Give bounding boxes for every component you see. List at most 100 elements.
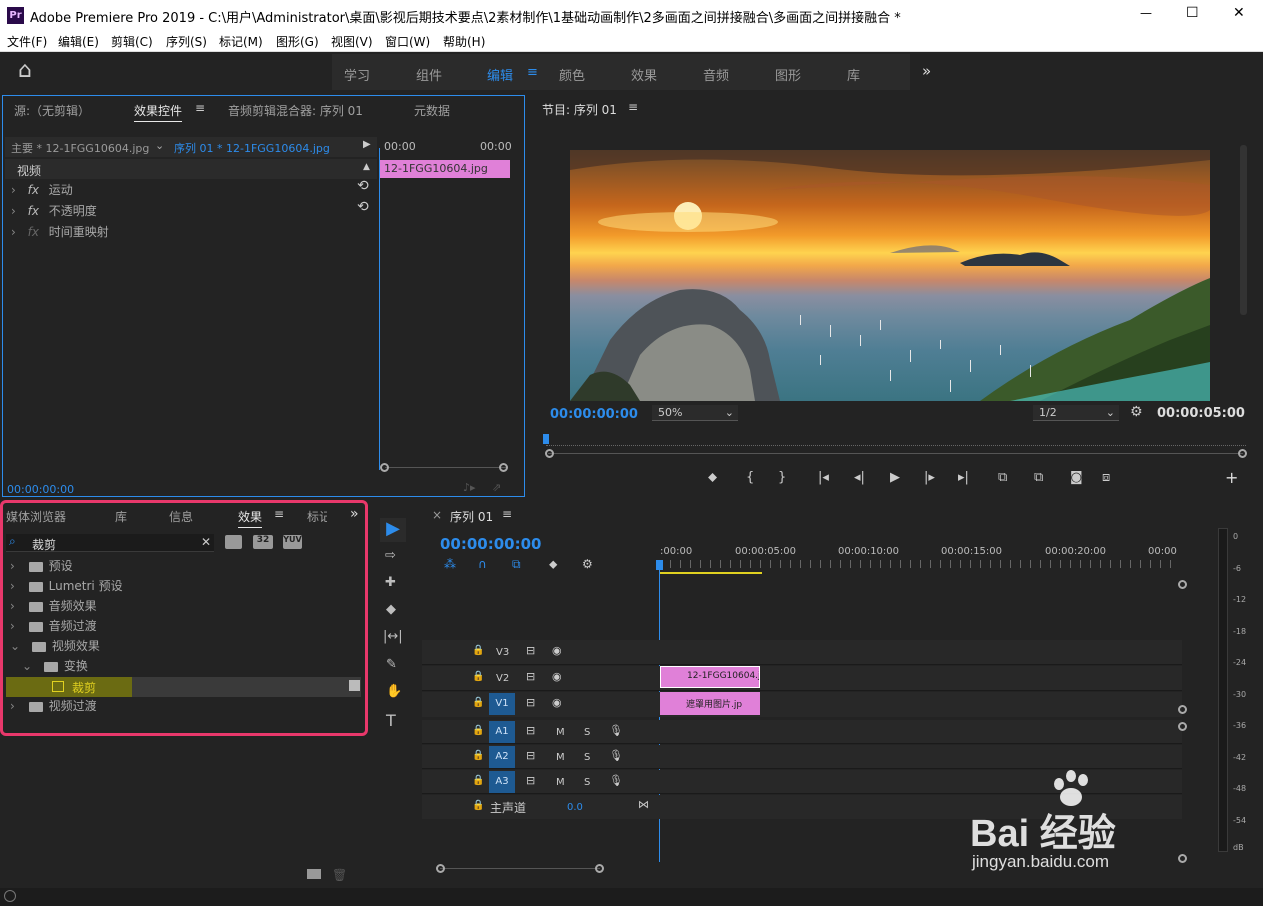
menu-clip[interactable]: 剪辑(C) [111, 33, 153, 50]
ec-dropdown-icon[interactable]: ⌄ [155, 139, 164, 152]
ec-row-opacity[interactable]: › fx 不透明度 ⟲ [11, 199, 377, 222]
clip-v2[interactable]: 12-1FGG10604.j [660, 666, 760, 688]
track-label[interactable]: V3 [496, 647, 509, 658]
lock-icon[interactable]: 🔒 [472, 725, 484, 736]
ec-collapse-icon[interactable]: ▲ [363, 162, 370, 172]
mic-icon[interactable]: 🎙 [609, 774, 623, 787]
track-label[interactable]: V2 [496, 673, 509, 684]
mute-button[interactable]: M [556, 727, 565, 738]
add-marker-icon[interactable]: ⬥ [549, 557, 557, 572]
wrench-icon[interactable]: ⚙ [1130, 404, 1143, 420]
lock-icon[interactable]: 🔒 [472, 671, 484, 682]
ws-tab-editing[interactable]: 编辑 [487, 65, 513, 84]
tab-info[interactable]: 信息 [169, 508, 193, 525]
expand-arrow-icon[interactable]: › [11, 225, 16, 239]
ec-row-motion[interactable]: › fx 运动 ⟲ [11, 178, 377, 201]
v-scroll-handle[interactable] [1178, 722, 1187, 731]
mark-in-icon[interactable]: { [746, 470, 754, 485]
track-a1[interactable]: 🔒 A1 ⊟ M S 🎙 [422, 720, 1182, 744]
expand-arrow-icon[interactable]: › [10, 579, 15, 593]
tab-effect-controls[interactable]: 效果控件 [134, 102, 183, 122]
ec-clip-bar[interactable]: 12-1FGG10604.jpg [380, 160, 510, 178]
tab-metadata[interactable]: 元数据 [414, 102, 450, 119]
mic-icon[interactable]: 🎙 [609, 749, 623, 762]
selection-tool-icon[interactable]: ▶ [380, 518, 406, 542]
timeline-h-scrollbar[interactable] [440, 868, 600, 869]
tab-media-browser[interactable]: 媒体浏览器 [6, 508, 66, 525]
solo-button[interactable]: S [584, 727, 590, 738]
expand-arrow-icon[interactable]: › [11, 204, 16, 218]
work-area-bar[interactable] [660, 572, 762, 574]
accelerated-effects-icon[interactable] [225, 535, 242, 549]
hand-icon[interactable]: ✋ [386, 684, 402, 699]
resolution-select[interactable]: 1/2 ⌄ [1033, 405, 1119, 421]
tree-item-video-transitions[interactable]: › 视频过渡 [6, 697, 361, 717]
track-v1[interactable]: 🔒 V1 ⊟ ◉ 遮罩用图片.jp [422, 692, 1182, 717]
ws-tab-graphics[interactable]: 图形 [775, 65, 801, 84]
add-marker-icon[interactable]: ⬥ [708, 470, 717, 485]
32bit-effects-icon[interactable]: 32 [253, 535, 273, 549]
expand-arrow-icon[interactable]: ⌄ [22, 659, 32, 673]
scroll-handle-right[interactable] [1238, 449, 1247, 458]
tree-item-audio-effects[interactable]: › 音频效果 [6, 597, 361, 617]
track-target-a2[interactable]: A2 [489, 746, 515, 768]
ec-scroll-handle-left[interactable] [380, 463, 389, 472]
expand-arrow-icon[interactable]: › [10, 619, 15, 633]
delete-icon[interactable]: 🗑 [332, 868, 347, 882]
extract-icon[interactable]: ⧉ [1034, 470, 1043, 485]
solo-button[interactable]: S [584, 752, 590, 763]
sync-lock-icon[interactable]: ⊟ [526, 696, 535, 709]
panel-more-icon[interactable]: » [350, 506, 359, 522]
step-forward-icon[interactable]: |▸ [924, 470, 935, 485]
menu-sequence[interactable]: 序列(S) [166, 33, 207, 50]
v-scroll-handle[interactable] [1178, 705, 1187, 714]
tab-markers[interactable]: 标记 [307, 508, 327, 525]
ec-scroll-handle-right[interactable] [499, 463, 508, 472]
scroll-handle-right[interactable] [595, 864, 604, 873]
zoom-select[interactable]: 50% ⌄ [652, 405, 738, 421]
lock-icon[interactable]: 🔒 [472, 750, 484, 761]
ws-tab-audio[interactable]: 音频 [703, 65, 729, 84]
ws-more-button[interactable]: » [922, 62, 931, 80]
mute-button[interactable]: M [556, 752, 565, 763]
mark-out-icon[interactable]: } [778, 470, 786, 485]
sync-lock-icon[interactable]: ⊟ [526, 670, 535, 683]
minimize-button[interactable]: — [1140, 6, 1152, 20]
ws-tab-assembly[interactable]: 组件 [416, 65, 442, 84]
bowtie-icon[interactable]: ⋈ [638, 798, 649, 811]
add-button[interactable]: + [1225, 468, 1238, 487]
ec-play-icon[interactable]: ▶ [363, 139, 371, 150]
track-a2[interactable]: 🔒 A2 ⊟ M S 🎙 [422, 745, 1182, 769]
ec-zoom-scrollbar[interactable] [385, 467, 507, 473]
effects-menu-icon[interactable]: ≡ [274, 507, 284, 521]
program-vscroll[interactable] [1240, 145, 1247, 315]
timeline-menu-icon[interactable]: ≡ [502, 507, 512, 521]
go-to-in-icon[interactable]: |◂ [818, 470, 829, 485]
lock-icon[interactable]: 🔒 [472, 775, 484, 786]
eye-icon[interactable]: ◉ [552, 670, 562, 683]
nest-icon[interactable]: ⁂ [444, 557, 456, 571]
tree-item-transform[interactable]: ⌄ 变换 [6, 657, 361, 677]
clip-v1[interactable]: 遮罩用图片.jp [660, 692, 760, 715]
pen-icon[interactable]: ✎ [386, 657, 397, 672]
home-icon[interactable]: ⌂ [18, 58, 32, 83]
scroll-handle-left[interactable] [436, 864, 445, 873]
ws-menu-icon[interactable]: ≡ [527, 65, 538, 80]
ws-tab-color[interactable]: 颜色 [559, 65, 585, 84]
v-scroll-handle[interactable] [1178, 580, 1187, 589]
maximize-button[interactable]: ☐ [1186, 5, 1199, 21]
snap-icon[interactable]: ∩ [478, 557, 487, 571]
track-target-a1[interactable]: A1 [489, 721, 515, 743]
tree-item-presets[interactable]: › 预设 [6, 557, 361, 577]
ws-tab-effects[interactable]: 效果 [631, 65, 657, 84]
tree-item-lumetri-presets[interactable]: › Lumetri 预设 [6, 577, 361, 597]
playhead-handle[interactable] [656, 560, 663, 570]
menu-view[interactable]: 视图(V) [331, 33, 373, 50]
step-back-icon[interactable]: ◂| [854, 470, 865, 485]
sync-lock-icon[interactable]: ⊟ [526, 774, 535, 787]
menu-window[interactable]: 窗口(W) [385, 33, 430, 50]
reset-icon[interactable]: ⟲ [357, 199, 369, 215]
tab-libraries[interactable]: 库 [115, 508, 127, 525]
tree-item-crop[interactable]: 裁剪 [6, 677, 361, 697]
expand-arrow-icon[interactable]: › [10, 699, 15, 713]
